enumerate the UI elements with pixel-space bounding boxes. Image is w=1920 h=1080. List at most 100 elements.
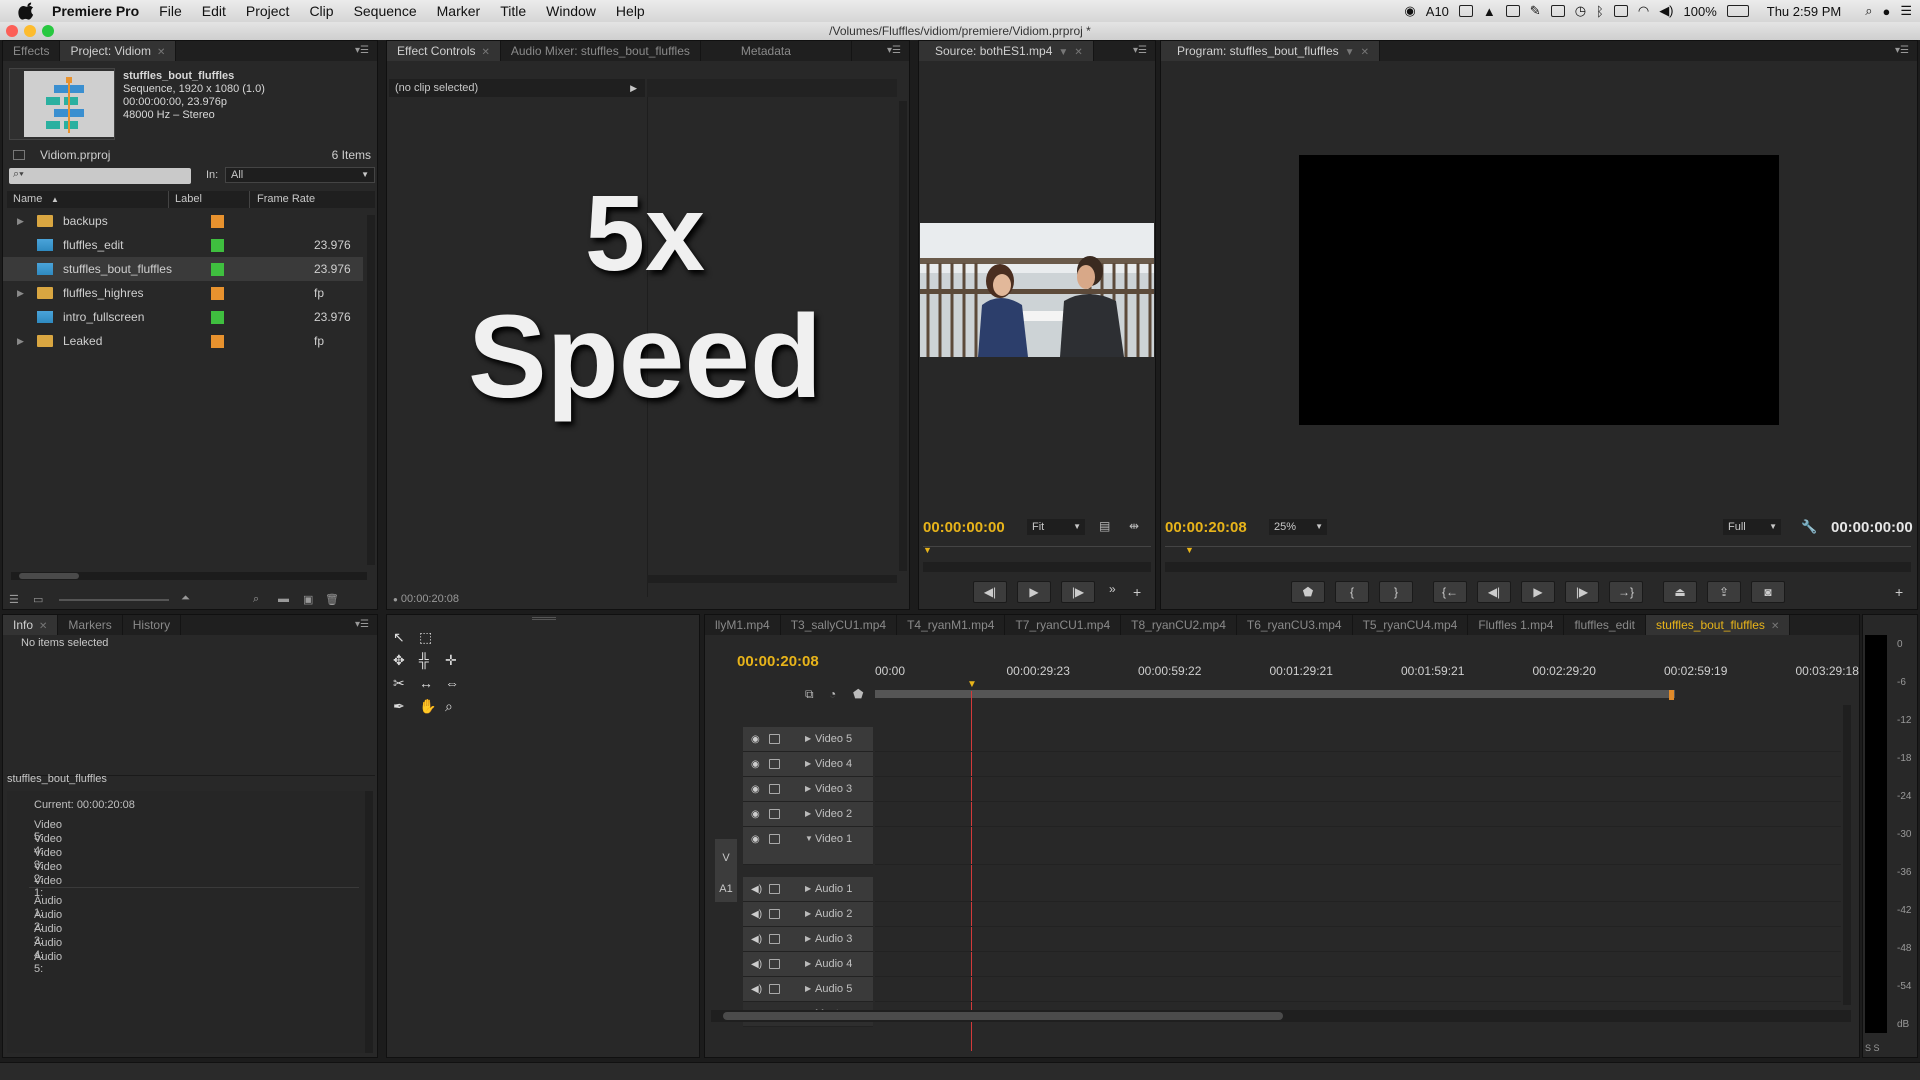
track-header[interactable]: ◉ ▶ Video 3 [743,777,873,802]
panel-menu-icon[interactable]: ▾☰ [355,619,369,630]
sync-lock-icon[interactable] [769,734,780,744]
track-lane[interactable] [875,927,1841,952]
tab-project[interactable]: Project: Vidiom ✕ [60,41,177,61]
slip-tool-icon[interactable]: ↔ [419,675,445,692]
pen-tool-icon[interactable]: ✒ [393,698,419,715]
bluetooth-icon[interactable]: ᛒ [1596,4,1604,19]
solo-left-button[interactable]: S [1865,1043,1871,1053]
panel-menu-icon[interactable]: ▾☰ [887,45,901,56]
rate-stretch-tool-icon[interactable]: ✛ [445,652,471,669]
step-back-button[interactable]: ◀| [1477,581,1511,603]
sync-lock-icon[interactable] [769,934,780,944]
track-lane[interactable] [875,802,1841,827]
expand-triangle-icon[interactable]: ▶ [805,784,811,793]
menu-title[interactable]: Title [490,3,536,19]
expand-triangle-icon[interactable]: ▶ [17,281,24,305]
linked-selection-icon[interactable]: ◔ [829,687,836,701]
column-label[interactable]: Label [175,191,202,208]
keyboard-icon[interactable] [1550,5,1565,17]
find-icon[interactable]: ⌕ [253,593,259,606]
label-swatch[interactable] [211,287,224,300]
track-lane[interactable] [875,752,1841,777]
track-lane[interactable] [875,977,1841,1002]
source-timecode[interactable]: 00:00:00:00 [923,519,1005,536]
expand-triangle-icon[interactable]: ▶ [805,909,811,918]
snap-icon[interactable]: ⧉ [805,687,814,702]
spotlight-icon[interactable]: ⌕ [1865,3,1872,19]
playhead-icon[interactable]: ▼ [967,679,977,690]
hand-tool-icon[interactable]: ✋ [419,698,445,715]
label-swatch[interactable] [211,311,224,324]
calendar-icon[interactable] [1613,5,1628,17]
expand-triangle-icon[interactable]: ▶ [805,884,811,893]
speaker-icon[interactable]: ◀) [751,884,762,895]
expand-triangle-icon[interactable]: ▶ [17,209,24,233]
label-swatch[interactable] [211,263,224,276]
track-header[interactable]: ◉ ▶ Video 5 [743,727,873,752]
sync-lock-icon[interactable] [769,959,780,969]
project-item[interactable]: ▶ backups [3,209,363,233]
close-tab-icon[interactable]: ✕ [157,47,165,58]
screens-icon[interactable] [1505,5,1520,17]
sync-lock-icon[interactable] [769,759,780,769]
add-button-icon[interactable]: + [1895,584,1903,600]
zoom-tool-icon[interactable]: ⌕ [445,698,471,715]
new-bin-icon[interactable]: ▬ [278,593,289,605]
tab-info[interactable]: Info ✕ [3,615,59,635]
tab-markers[interactable]: Markers [58,615,123,635]
sync-lock-icon[interactable] [769,884,780,894]
eye-icon[interactable]: ◉ [751,734,762,745]
track-lane[interactable] [875,877,1841,902]
menu-help[interactable]: Help [606,3,655,19]
project-item[interactable]: fluffles_edit23.976 fp [3,233,363,276]
volume-icon[interactable]: ◀) [1659,3,1673,19]
menu-window[interactable]: Window [536,3,606,19]
step-forward-button[interactable]: |▶ [1061,581,1095,603]
vertical-scrollbar[interactable] [367,215,375,565]
zoom-slider[interactable] [59,599,169,601]
automate-to-sequence-icon[interactable]: ⏶ [181,592,190,605]
playhead-icon[interactable]: ▼ [1185,545,1194,555]
sync-lock-icon[interactable] [769,784,780,794]
track-header[interactable]: ◀) ▶ Audio 4 [743,952,873,977]
selection-tool-icon[interactable]: ↖ [393,629,419,646]
source-zoom-dropdown[interactable]: Fit ▼ [1027,519,1085,535]
panel-menu-icon[interactable]: ▾☰ [1133,45,1147,56]
expand-triangle-icon[interactable]: ▶ [805,959,811,968]
dropdown-icon[interactable]: ▼ [1058,47,1068,58]
menu-marker[interactable]: Marker [427,3,491,19]
tab-source[interactable]: Source: bothES1.mp4 ▼ ✕ [919,41,1094,61]
panel-menu-icon[interactable]: ▾☰ [1895,45,1909,56]
app-menu[interactable]: Premiere Pro [46,3,149,19]
drag-audio-icon[interactable]: ⇹ [1129,519,1139,533]
delete-icon[interactable]: 🗑 [325,593,339,606]
tool-icon[interactable]: ✎ [1530,3,1541,19]
timeline-horizontal-scrollbar[interactable] [711,1010,1851,1022]
track-lane[interactable] [875,902,1841,927]
minimize-window-button[interactable] [24,25,36,37]
sync-lock-icon[interactable] [769,834,780,844]
notification-center-icon[interactable]: ☰ [1900,3,1912,19]
speaker-icon[interactable]: ◀) [751,934,762,945]
track-header[interactable]: ◀) ▶ Audio 5 [743,977,873,1002]
tab-program[interactable]: Program: stuffles_bout_fluffles ▼ ✕ [1161,41,1380,61]
program-time-ruler[interactable]: ▼ [1165,545,1911,560]
razor-tool-icon[interactable]: ✂ [393,675,419,692]
panel-menu-icon[interactable]: ▾☰ [355,45,369,56]
icon-view-icon[interactable]: ▭ [33,593,43,606]
sort-ascending-icon[interactable]: ▲ [51,191,59,208]
video-target-button[interactable]: V [715,839,737,877]
quality-dropdown[interactable]: Full ▼ [1723,519,1781,535]
timeline-tab[interactable]: T7_ryanCU1.mp4 [1005,615,1122,635]
horizontal-scrollbar[interactable] [11,572,367,580]
timeline-timecode[interactable]: 00:00:20:08 [737,653,819,670]
extract-button[interactable]: ⇪ [1707,581,1741,603]
menu-edit[interactable]: Edit [192,3,236,19]
record-icon[interactable]: ◉ [1404,3,1415,19]
more-buttons-icon[interactable]: » [1109,582,1116,596]
label-swatch[interactable] [211,335,224,348]
speaker-icon[interactable]: ◀) [751,984,762,995]
go-to-in-button[interactable]: {← [1433,581,1467,603]
step-back-button[interactable]: ◀| [973,581,1007,603]
vertical-scrollbar[interactable] [899,101,907,571]
